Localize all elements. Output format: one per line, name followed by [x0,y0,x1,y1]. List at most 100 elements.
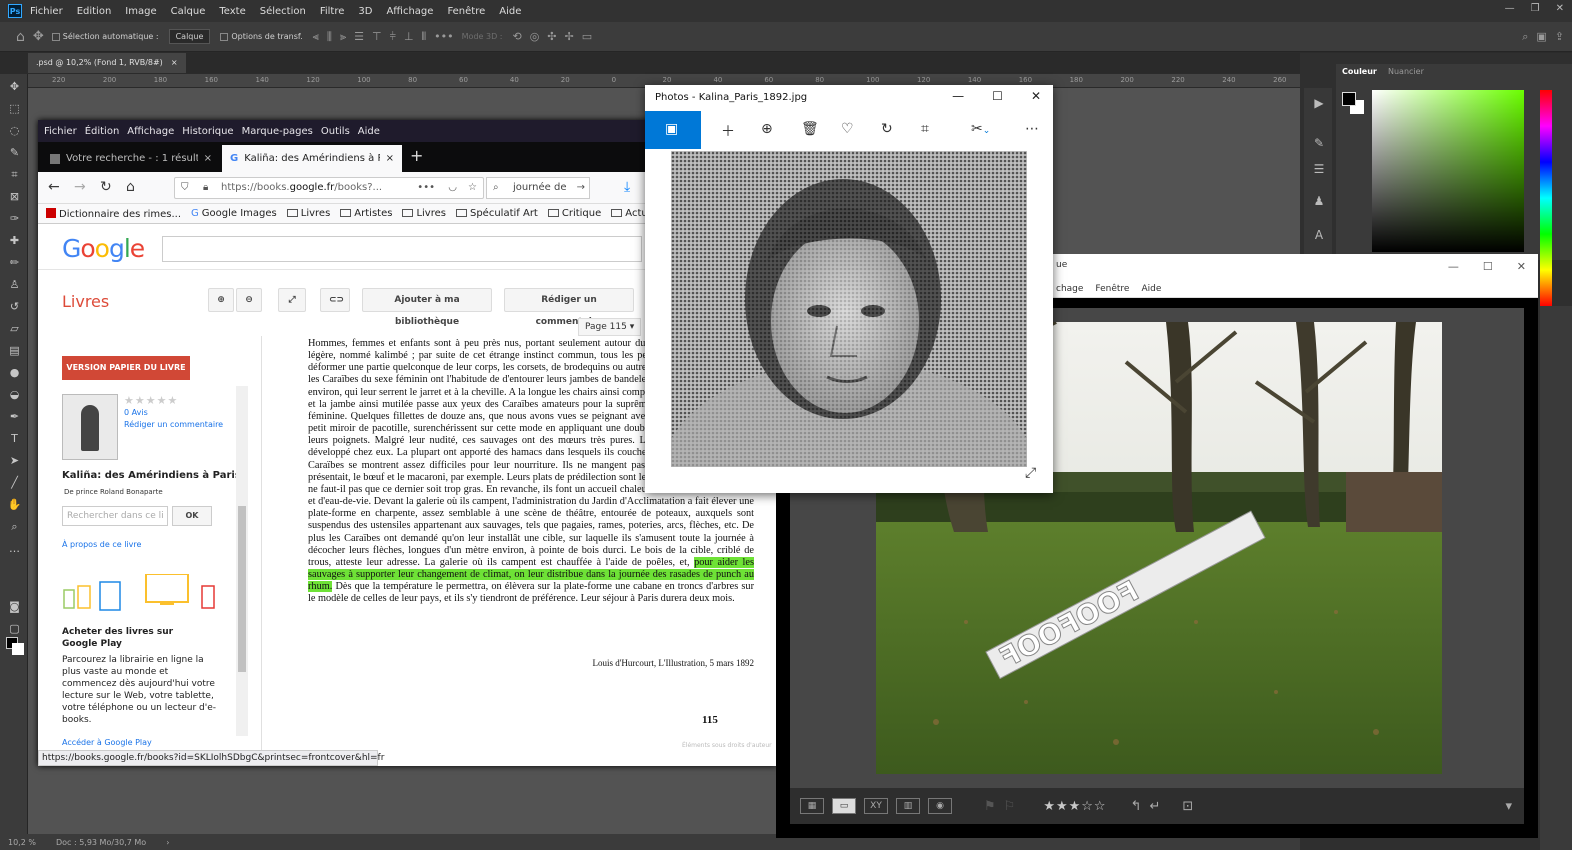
write-review-button[interactable]: Rédiger un commentaire [504,288,634,327]
video-3d-icon[interactable]: ▭ [582,30,592,43]
page-actions-icon[interactable]: ••• [413,178,435,198]
distribute-vertical-icon[interactable]: ⫴ [422,30,427,44]
libraries-icon[interactable]: ♟ [1311,194,1327,210]
ff-menu-aide[interactable]: Aide [358,126,380,137]
tab-nuancier[interactable]: Nuancier [1388,67,1424,76]
eraser-icon[interactable]: ▱ [7,322,22,336]
bookmark-item[interactable]: Dictionnaire des rimes... [46,207,181,220]
move-tool-icon[interactable]: ✥ [33,29,44,44]
ps-menu-affichage[interactable]: Affichage [386,6,433,17]
google-logo[interactable]: Google [62,234,145,263]
search-icon[interactable]: ⌕ [1522,30,1528,44]
color-picker-field[interactable] [1372,90,1524,252]
back-icon[interactable]: ← [48,179,60,195]
quick-select-icon[interactable]: ✎ [7,146,22,160]
url-bar[interactable]: ⛉ 🔒︎ https://books.google.fr/books?... •… [174,177,484,199]
search-in-book-input[interactable]: Rechercher dans ce li [62,506,168,526]
about-book-link[interactable]: À propos de ce livre [62,540,141,549]
loupe-view-icon[interactable]: ▭ [832,798,856,814]
panel-foreground-swatch[interactable] [1342,92,1356,106]
pocket-icon[interactable]: ◡ [448,178,457,198]
ff-menu-fichier[interactable]: Fichier [44,126,77,137]
pen-icon[interactable]: ✒ [7,410,22,424]
books-search-input[interactable] [162,236,642,262]
toolbar-menu-icon[interactable]: ▾ [1505,799,1512,814]
move-icon[interactable]: ✥ [7,80,22,94]
ff-menu-marque-pages[interactable]: Marque-pages [242,126,313,137]
type-icon[interactable]: T [7,432,22,446]
maximize-icon[interactable]: ☐ [992,89,1003,103]
eyedropper-icon[interactable]: ✑ [7,212,22,226]
people-view-icon[interactable]: ◉ [928,798,952,814]
minimize-icon[interactable]: — [952,89,964,103]
transform-checkbox[interactable] [220,32,229,41]
history-brush-icon[interactable]: ↺ [7,300,22,314]
tab-close-icon[interactable]: × [204,153,212,164]
minimize-icon[interactable]: — [1505,3,1515,14]
align-middle-icon[interactable]: ⫩ [390,30,396,44]
align-right-icon[interactable]: ⫸ [340,30,346,44]
reload-icon[interactable]: ↻ [100,179,112,195]
align-bottom-icon[interactable]: ⊥ [404,30,414,43]
auto-select-option[interactable]: Sélection automatique : [51,32,159,41]
search-ok-button[interactable]: OK [172,506,212,526]
lasso-icon[interactable]: ◌ [7,124,22,138]
ps-menu-3d[interactable]: 3D [358,6,372,17]
transform-option[interactable]: Options de transf. [220,32,303,41]
edit-icon[interactable]: ✂⌄ [971,121,990,137]
grid-view-icon[interactable]: ▦ [800,798,824,814]
zoom-out-icon[interactable]: ⊖ [236,288,262,312]
add-icon[interactable]: ＋ [721,121,735,141]
search-box[interactable]: ⌕ journée de → [486,177,590,199]
zoom-icon[interactable]: ⊕ [761,121,773,137]
viewer-menu-fenetre[interactable]: Fenêtre [1095,284,1129,294]
rotate-icon[interactable]: ↻ [881,121,893,137]
crop-icon[interactable]: ⌗ [7,168,22,182]
align-center-icon[interactable]: ⫼ [327,30,332,44]
tab-close-icon[interactable]: × [386,153,394,164]
pan-3d-icon[interactable]: ✣ [547,30,556,43]
flag-icon[interactable]: ⚑ [984,799,996,814]
slide-3d-icon[interactable]: ✢ [565,30,574,43]
rotate-left-icon[interactable]: ↰ [1131,799,1142,814]
page-selector[interactable]: Page 115 ▾ [578,318,642,336]
chevron-right-icon[interactable]: › [166,838,169,847]
distribute-icon[interactable]: ☰ [354,30,364,43]
restore-icon[interactable]: ❐ [1531,3,1540,14]
ff-menu-edition[interactable]: Édition [85,126,120,137]
document-tab-close-icon[interactable]: × [171,53,178,73]
fullscreen-expand-icon[interactable]: ⤢ [1025,465,1036,481]
ps-menu-calque[interactable]: Calque [171,6,206,17]
compare-view-icon[interactable]: XY [864,798,888,814]
home-icon[interactable]: ⌂ [16,29,25,45]
more-tools-icon[interactable]: … [7,542,22,556]
livres-title[interactable]: Livres [62,292,109,311]
background-color-swatch[interactable] [12,643,24,655]
roll-3d-icon[interactable]: ◎ [530,30,540,43]
search-go-icon[interactable]: → [577,178,585,198]
ff-menu-outils[interactable]: Outils [321,126,350,137]
add-library-button[interactable]: Ajouter à ma bibliothèque [362,288,492,327]
home-icon[interactable]: ⌂ [126,179,135,195]
ff-menu-historique[interactable]: Historique [182,126,233,137]
zoom-in-icon[interactable]: ⊕ [208,288,234,312]
adjustments-icon[interactable]: ☰ [1311,162,1327,178]
new-tab-icon[interactable]: + [410,146,423,165]
screen-mode-icon[interactable]: ▢ [7,622,22,636]
align-top-icon[interactable]: ⊤ [372,30,382,43]
more-options-icon[interactable]: ⋯ [1025,121,1039,137]
rotate-right-icon[interactable]: ↵ [1150,799,1161,814]
hue-slider[interactable] [1540,90,1552,306]
auto-select-checkbox[interactable] [51,32,60,41]
play-icon[interactable]: ▶ [1311,96,1327,112]
ps-menu-image[interactable]: Image [125,6,156,17]
close-icon[interactable]: ✕ [1517,260,1526,273]
fullscreen-icon[interactable]: ⤢ [278,288,306,312]
brush-settings-icon[interactable]: ✎ [1311,136,1327,152]
quick-mask-icon[interactable]: ◙ [7,600,22,614]
favorite-icon[interactable]: ♡ [841,121,854,137]
ps-menu-fenetre[interactable]: Fenêtre [447,6,485,17]
bookmark-item[interactable]: Livres [286,208,330,219]
viewer-menu-affichage[interactable]: chage [1056,284,1083,294]
document-tab[interactable]: .psd @ 10,2% (Fond 1, RVB/8#) × [28,53,186,73]
